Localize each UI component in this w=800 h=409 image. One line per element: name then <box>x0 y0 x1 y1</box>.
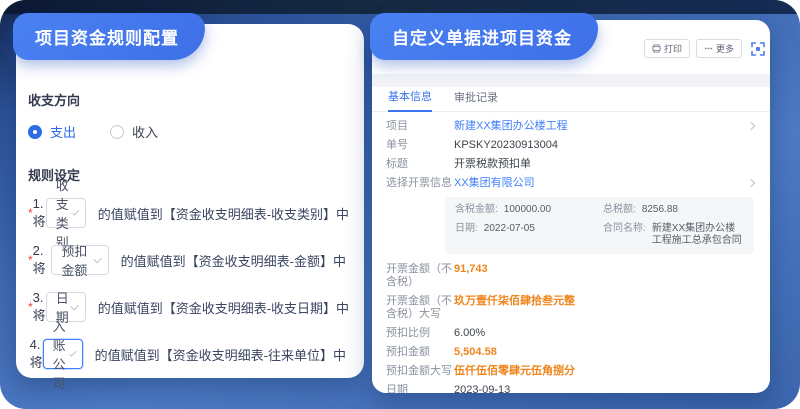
rule-row-1: * 1. 将 收支类别 的值赋值到【资金收支明细表-收支类别】中 <box>28 198 346 228</box>
radio-unselected-icon <box>110 125 124 139</box>
more-icon <box>704 44 713 53</box>
rule-row-2: * 2. 将 预扣金额 的值赋值到【资金收支明细表-金额】中 <box>28 245 346 275</box>
app-background: 收支方向 支出 收入 规则设定 * 1. 将 收支类别 <box>0 0 800 409</box>
contract-date: 2022-07-05 <box>484 223 535 235</box>
select-value: 入账公司 <box>53 316 70 392</box>
right-panel-title: 自定义单据进项目资金 <box>370 13 598 60</box>
field-row-withhold-amount: 预扣金额 5,504.58 <box>386 343 754 362</box>
detail-tabs: 基本信息 审批记录 <box>372 87 770 112</box>
radio-selected-icon <box>28 125 42 139</box>
direction-radio-group: 支出 收入 <box>28 122 346 141</box>
rules-list: * 1. 将 收支类别 的值赋值到【资金收支明细表-收支类别】中 * 2. 将 … <box>28 198 346 369</box>
detail-toolbar: 打印 更多 <box>644 39 766 58</box>
chevron-down-icon <box>69 349 76 356</box>
rule-3-suffix: 的值赋值到【资金收支明细表-收支日期】中 <box>98 298 349 317</box>
field-row-project[interactable]: 项目 新建XX集团办公楼工程 <box>386 117 754 136</box>
invoice-summary-box: 含税金额:100000.00 日期:2022-07-05 总税额:8256.88… <box>445 197 754 254</box>
invoice-company-link[interactable]: XX集团有限公司 <box>454 177 748 190</box>
radio-income-label: 收入 <box>132 122 158 141</box>
project-link[interactable]: 新建XX集团办公楼工程 <box>454 120 748 133</box>
total-tax: 8256.88 <box>642 204 678 216</box>
rule-4-suffix: 的值赋值到【资金收支明细表-往来单位】中 <box>95 345 346 364</box>
tax-included-amount: 100000.00 <box>504 204 551 216</box>
header-divider-band <box>372 74 770 87</box>
field-row-doc-number: 单号 KPSKY20230913004 <box>386 136 754 155</box>
rule-2-suffix: 的值赋值到【资金收支明细表-金额】中 <box>121 251 346 270</box>
select-value: 收支类别 <box>56 175 73 251</box>
document-detail-panel: 基本信息 审批记录 项目 新建XX集团办公楼工程 单号 KPSKY2023091… <box>372 20 770 393</box>
print-button[interactable]: 打印 <box>644 39 690 58</box>
rule-1-suffix: 的值赋值到【资金收支明细表-收支类别】中 <box>98 204 349 223</box>
fullscreen-icon[interactable] <box>750 41 766 57</box>
radio-expense[interactable]: 支出 <box>28 122 76 141</box>
chevron-right-icon[interactable] <box>747 122 755 130</box>
rule-4-field-select[interactable]: 入账公司 <box>43 339 83 369</box>
rule-1-field-select[interactable]: 收支类别 <box>46 198 86 228</box>
field-row-title: 标题 开票税款预扣单 <box>386 155 754 174</box>
rule-row-4: 4. 将 入账公司 的值赋值到【资金收支明细表-往来单位】中 <box>28 339 346 369</box>
radio-income[interactable]: 收入 <box>110 122 158 141</box>
field-row-withhold-ratio: 预扣比例 6.00% <box>386 324 754 343</box>
rule-config-panel: 收支方向 支出 收入 规则设定 * 1. 将 收支类别 <box>16 24 364 378</box>
field-row-withhold-amount-caps: 预扣金额大写 伍仟伍佰零肆元伍角捌分 <box>386 362 754 381</box>
select-value: 预扣金额 <box>61 241 94 279</box>
printer-icon <box>652 44 661 53</box>
field-row-invoice-amount-caps: 开票金额（不含税）大写 玖万壹仟柒佰肆拾叁元整 <box>386 292 754 324</box>
direction-label: 收支方向 <box>28 90 346 109</box>
field-row-invoice-amount: 开票金额（不含税） 91,743 <box>386 260 754 292</box>
chevron-right-icon[interactable] <box>747 179 755 187</box>
left-panel-title: 项目资金规则配置 <box>13 13 205 60</box>
contract-name: 新建XX集团办公楼工程施工总承包合同 <box>652 223 744 247</box>
tab-audit-record[interactable]: 审批记录 <box>454 89 498 111</box>
tab-basic-info[interactable]: 基本信息 <box>388 88 432 112</box>
field-row-invoice-info[interactable]: 选择开票信息 XX集团有限公司 <box>386 174 754 193</box>
chevron-down-icon <box>72 208 79 215</box>
rule-row-3: * 3. 将 日期 的值赋值到【资金收支明细表-收支日期】中 <box>28 292 346 322</box>
chevron-down-icon <box>71 301 79 309</box>
chevron-down-icon <box>94 254 102 262</box>
more-button[interactable]: 更多 <box>696 39 742 58</box>
field-row-date: 日期 2023-09-13 <box>386 381 754 393</box>
rules-section-label: 规则设定 <box>28 165 346 184</box>
radio-expense-label: 支出 <box>50 122 76 141</box>
rule-2-field-select[interactable]: 预扣金额 <box>51 245 108 275</box>
